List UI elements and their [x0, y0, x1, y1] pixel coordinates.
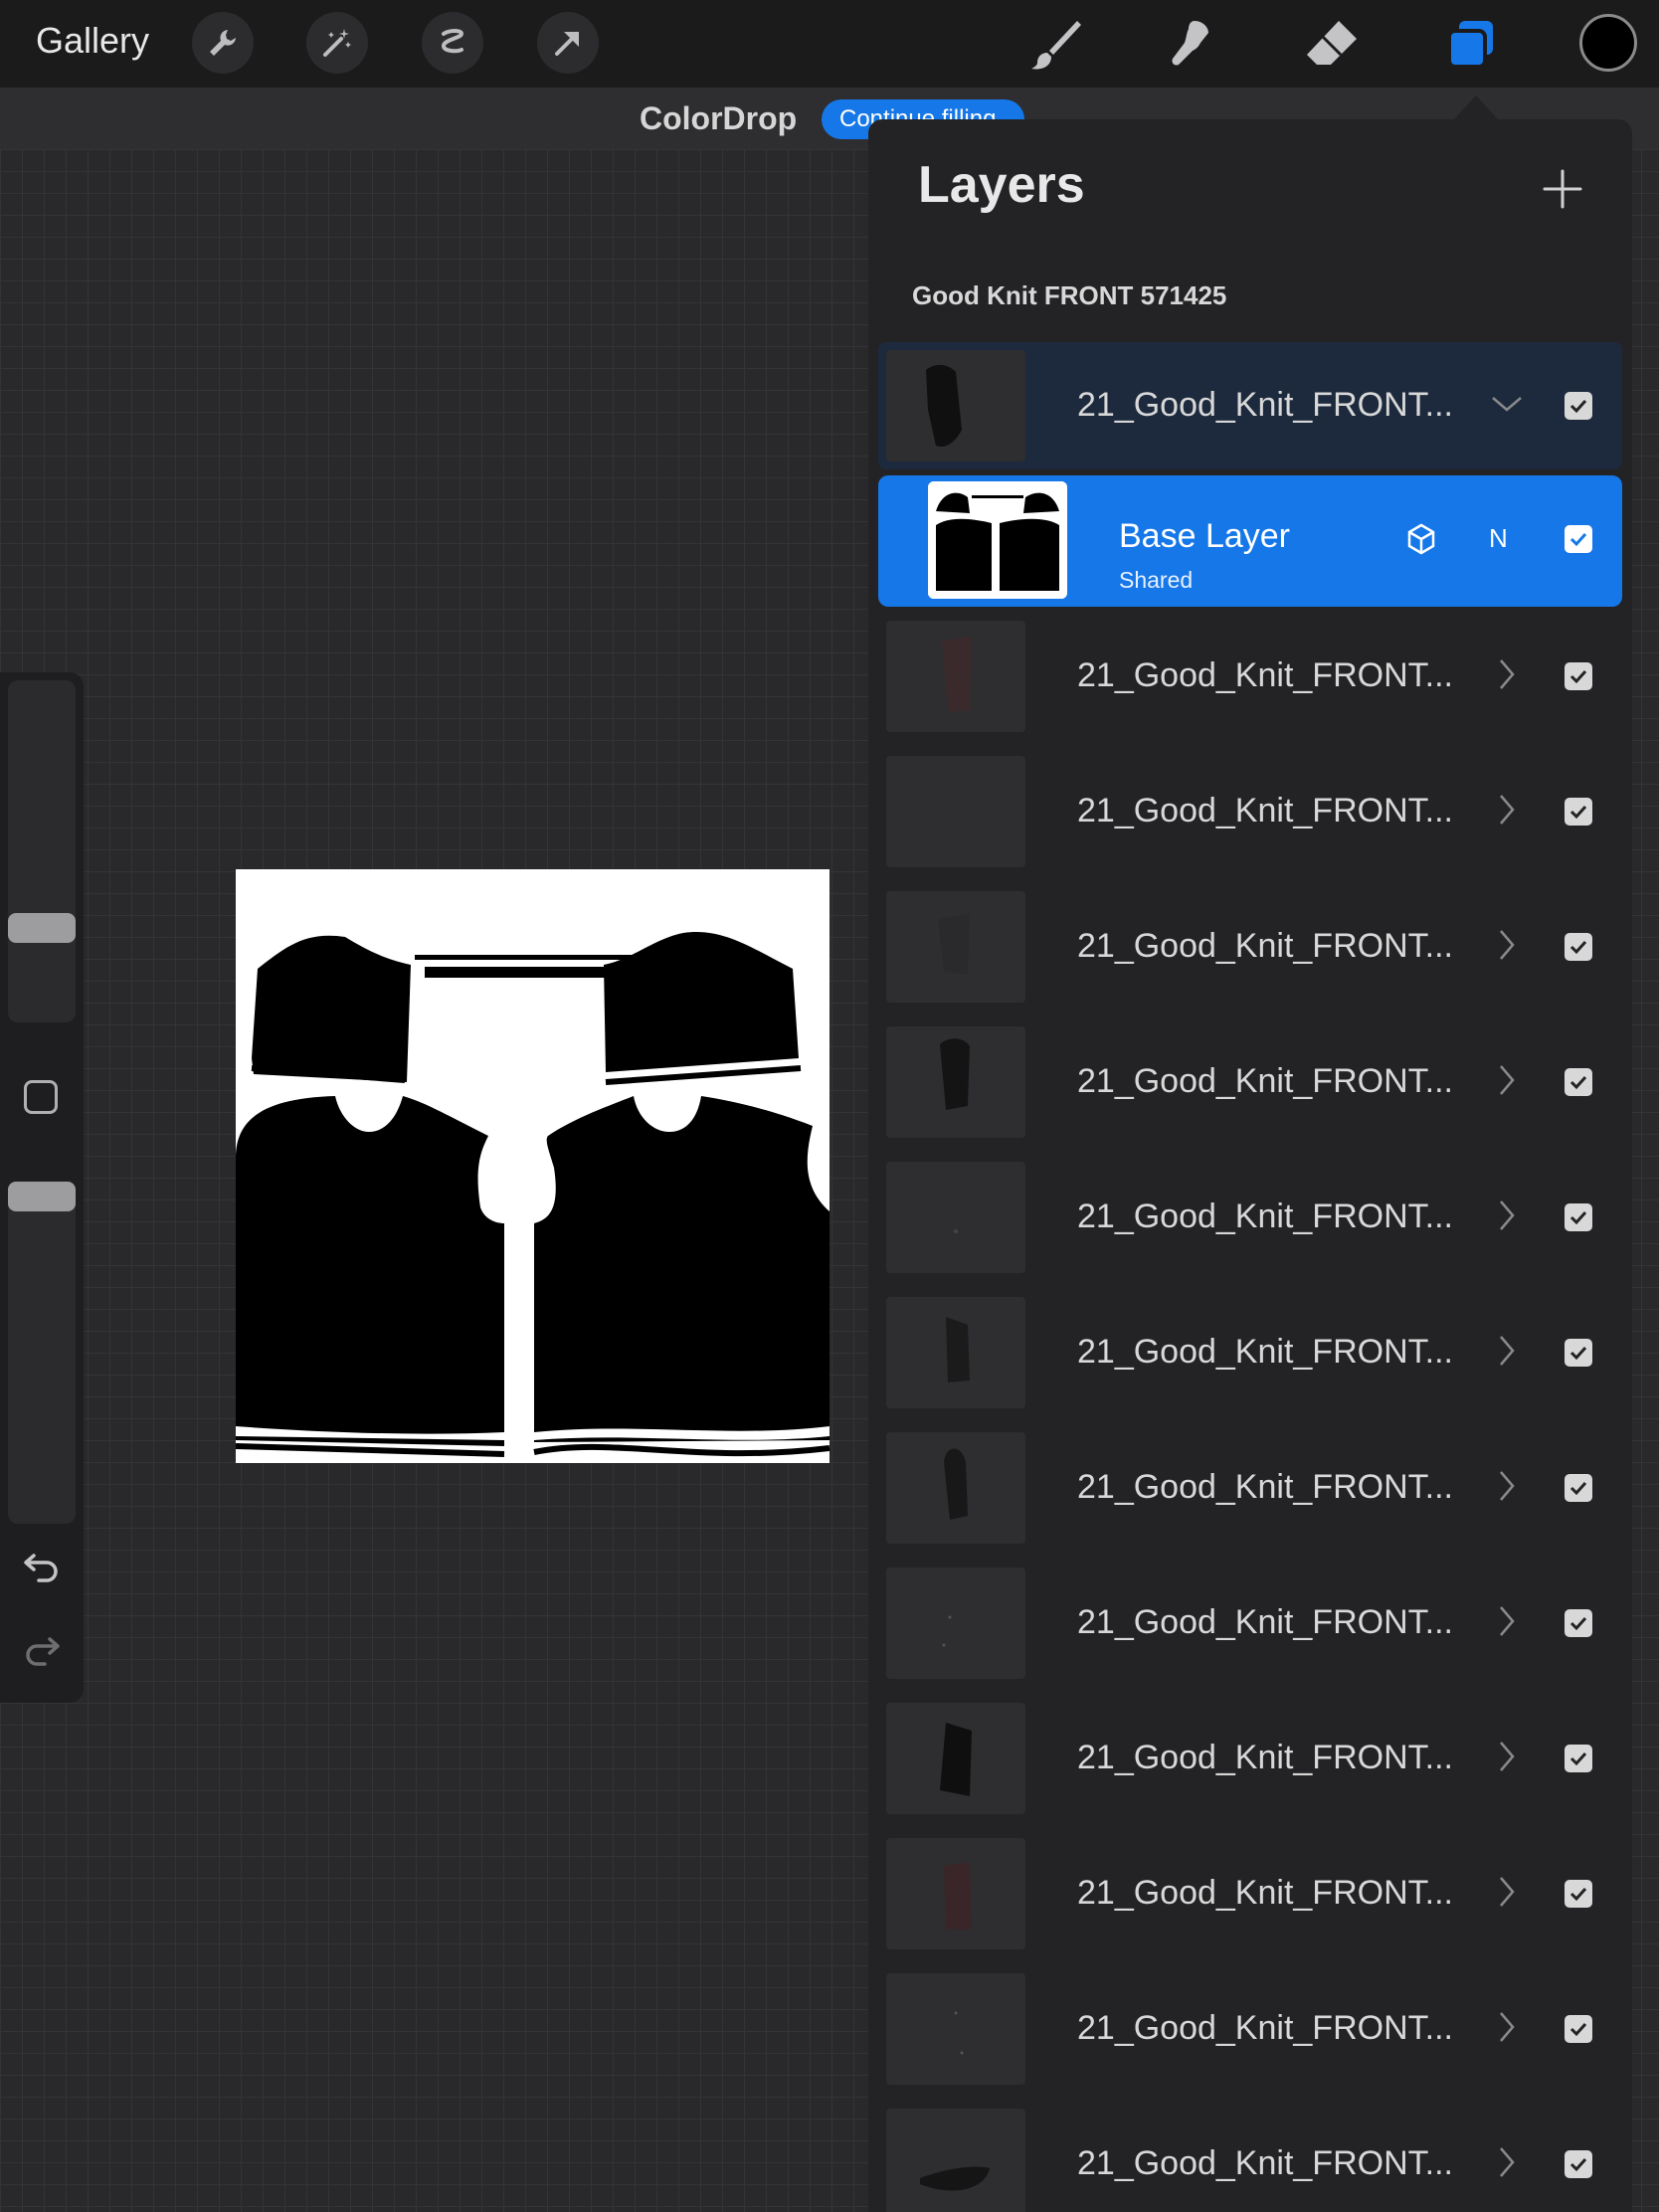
layer-name: Base Layer	[1119, 517, 1290, 555]
layer-group-name: Good Knit FRONT 571425	[912, 280, 1227, 310]
chevron-right-icon[interactable]	[1489, 1603, 1525, 1639]
layer-row[interactable]: 21_Good_Knit_FRONT...	[878, 1018, 1622, 1146]
brush-icon[interactable]	[1024, 14, 1086, 76]
chevron-right-icon[interactable]	[1489, 2009, 1525, 2045]
visibility-checkbox[interactable]	[1565, 2015, 1592, 2043]
transform-arrow-icon[interactable]	[537, 12, 599, 74]
layer-row[interactable]: 21_Good_Knit_FRONT...	[878, 1154, 1622, 1281]
opacity-thumb[interactable]	[8, 1182, 76, 1211]
layer-name: 21_Good_Knit_FRONT...	[1077, 1333, 1453, 1371]
layer-row[interactable]: 21_Good_Knit_FRONT...	[878, 1695, 1622, 1822]
layer-thumbnail	[886, 2109, 1025, 2212]
layers-panel: Layers Good Knit FRONT 571425 21_Good_Kn…	[868, 119, 1632, 2212]
visibility-checkbox[interactable]	[1565, 1880, 1592, 1908]
chevron-right-icon[interactable]	[1489, 927, 1525, 963]
opacity-slider[interactable]	[8, 1182, 76, 1524]
layer-name: 21_Good_Knit_FRONT...	[1077, 927, 1453, 965]
chevron-right-icon[interactable]	[1489, 1333, 1525, 1369]
shared-cube-icon	[1407, 523, 1435, 555]
layer-row[interactable]: 21_Good_Knit_FRONT...	[878, 748, 1622, 875]
wrench-icon[interactable]	[192, 12, 254, 74]
layer-thumbnail	[886, 1973, 1025, 2085]
layer-thumbnail	[886, 1026, 1025, 1138]
layer-name: 21_Good_Knit_FRONT...	[1077, 386, 1453, 424]
chevron-right-icon[interactable]	[1489, 1874, 1525, 1910]
chevron-right-icon[interactable]	[1489, 1198, 1525, 1233]
brush-size-thumb[interactable]	[8, 913, 76, 943]
visibility-checkbox[interactable]	[1565, 1339, 1592, 1367]
redo-icon[interactable]	[22, 1629, 62, 1669]
layer-name: 21_Good_Knit_FRONT...	[1077, 2009, 1453, 2047]
layer-name: 21_Good_Knit_FRONT...	[1077, 1198, 1453, 1235]
layer-thumbnail	[886, 891, 1025, 1003]
base-layer-row[interactable]: Base Layer Shared N	[878, 475, 1622, 607]
visibility-checkbox[interactable]	[1565, 392, 1592, 420]
chevron-right-icon[interactable]	[1489, 1739, 1525, 1774]
layer-row[interactable]: 21_Good_Knit_FRONT...	[878, 1965, 1622, 2093]
color-picker-swatch[interactable]	[1579, 14, 1637, 72]
layer-name: 21_Good_Knit_FRONT...	[1077, 2144, 1453, 2182]
layer-thumbnail	[886, 1838, 1025, 1949]
gallery-button[interactable]: Gallery	[36, 20, 149, 62]
layer-thumbnail	[886, 756, 1025, 867]
panel-pointer	[1452, 95, 1500, 121]
layer-thumbnail	[886, 1432, 1025, 1544]
visibility-checkbox[interactable]	[1565, 1203, 1592, 1231]
visibility-checkbox[interactable]	[1565, 525, 1592, 553]
brush-size-slider[interactable]	[8, 680, 76, 1022]
layer-row[interactable]: 21_Good_Knit_FRONT...	[878, 1560, 1622, 1687]
layer-group-row[interactable]: 21_Good_Knit_FRONT...	[878, 342, 1622, 469]
colordrop-label: ColorDrop	[640, 100, 798, 136]
visibility-checkbox[interactable]	[1565, 1609, 1592, 1637]
undo-icon[interactable]	[22, 1546, 62, 1585]
visibility-checkbox[interactable]	[1565, 1068, 1592, 1096]
layer-thumbnail	[886, 1162, 1025, 1273]
eraser-icon[interactable]	[1301, 14, 1363, 76]
layer-name: 21_Good_Knit_FRONT...	[1077, 792, 1453, 830]
layer-name: 21_Good_Knit_FRONT...	[1077, 1874, 1453, 1912]
layer-thumbnail	[886, 1567, 1025, 1679]
layer-thumbnail	[886, 621, 1025, 732]
layer-thumbnail	[886, 350, 1025, 461]
add-layer-icon[interactable]	[1541, 167, 1584, 211]
chevron-down-icon[interactable]	[1489, 386, 1525, 422]
left-sidebar	[0, 672, 84, 1703]
layers-title: Layers	[918, 156, 1085, 214]
layer-name: 21_Good_Knit_FRONT...	[1077, 656, 1453, 694]
layer-name: 21_Good_Knit_FRONT...	[1077, 1603, 1453, 1641]
top-toolbar: Gallery	[0, 0, 1659, 88]
layer-name: 21_Good_Knit_FRONT...	[1077, 1468, 1453, 1506]
layer-row[interactable]: 21_Good_Knit_FRONT...	[878, 613, 1622, 740]
visibility-checkbox[interactable]	[1565, 933, 1592, 961]
layer-row[interactable]: 21_Good_Knit_FRONT...	[878, 1424, 1622, 1552]
chevron-right-icon[interactable]	[1489, 1468, 1525, 1504]
modifier-button[interactable]	[24, 1080, 58, 1114]
layer-thumbnail	[928, 481, 1067, 599]
layer-thumbnail	[886, 1297, 1025, 1408]
layers-icon[interactable]	[1440, 14, 1502, 76]
visibility-checkbox[interactable]	[1565, 1474, 1592, 1502]
layer-row[interactable]: 21_Good_Knit_FRONT...	[878, 1830, 1622, 1957]
layer-name: 21_Good_Knit_FRONT...	[1077, 1062, 1453, 1100]
chevron-right-icon[interactable]	[1489, 656, 1525, 692]
layer-name: 21_Good_Knit_FRONT...	[1077, 1739, 1453, 1776]
smudge-icon[interactable]	[1162, 14, 1223, 76]
layer-row[interactable]: 21_Good_Knit_FRONT...	[878, 1289, 1622, 1416]
layer-subtitle: Shared	[1119, 567, 1194, 593]
garment-pattern-artwork	[235, 869, 830, 1463]
layer-row[interactable]: 21_Good_Knit_FRONT...	[878, 883, 1622, 1011]
visibility-checkbox[interactable]	[1565, 662, 1592, 690]
artwork-canvas[interactable]	[235, 869, 830, 1463]
visibility-checkbox[interactable]	[1565, 798, 1592, 826]
chevron-right-icon[interactable]	[1489, 792, 1525, 828]
layer-row[interactable]: 21_Good_Knit_FRONT...	[878, 2101, 1622, 2212]
layer-thumbnail	[886, 1703, 1025, 1814]
visibility-checkbox[interactable]	[1565, 1745, 1592, 1772]
chevron-right-icon[interactable]	[1489, 1062, 1525, 1098]
magic-wand-icon[interactable]	[306, 12, 368, 74]
blend-mode-button[interactable]: N	[1489, 523, 1508, 554]
visibility-checkbox[interactable]	[1565, 2150, 1592, 2178]
chevron-right-icon[interactable]	[1489, 2144, 1525, 2180]
selection-icon[interactable]	[422, 12, 483, 74]
